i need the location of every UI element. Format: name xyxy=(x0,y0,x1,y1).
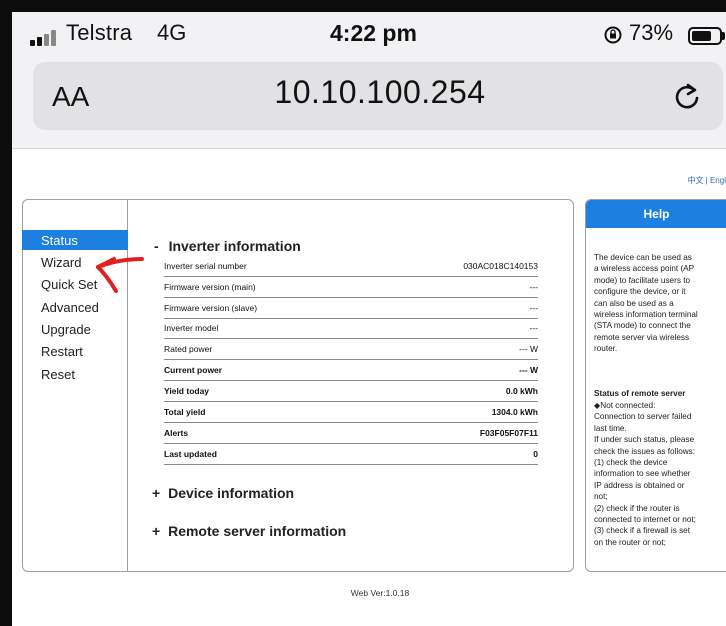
device-section-title: Device information xyxy=(168,485,295,501)
table-row: Yield today 0.0 kWh xyxy=(164,381,538,402)
clock-time: 4:22 pm xyxy=(330,20,417,46)
row-label: Current power xyxy=(164,365,223,375)
table-row: Current power --- W xyxy=(164,360,538,381)
help-status-text: ◆Not connected: Connection to server fai… xyxy=(594,400,726,548)
row-value: --- xyxy=(529,282,539,292)
row-label: Rated power xyxy=(164,344,213,354)
help-line: a wireless access point (AP xyxy=(594,264,695,274)
nav-item-restart[interactable]: Restart xyxy=(41,344,83,359)
nav-item-advanced[interactable]: Advanced xyxy=(41,300,99,315)
table-row: Firmware version (main) --- xyxy=(164,277,538,298)
row-value: --- W xyxy=(519,344,538,354)
table-row: Last updated 0 xyxy=(164,444,538,465)
table-row: Rated power --- W xyxy=(164,339,538,360)
help-line: Connection to server failed xyxy=(594,412,692,422)
help-line: (STA mode) to connect the xyxy=(594,321,691,331)
remote-section-header[interactable]: + Remote server information xyxy=(152,523,346,539)
device-section-header[interactable]: + Device information xyxy=(152,485,294,501)
row-value: 1304.0 kWh xyxy=(491,407,538,417)
row-label: Yield today xyxy=(164,386,210,396)
row-value: 0 xyxy=(533,449,538,459)
help-line: information to see whether xyxy=(594,469,691,479)
help-title: Help xyxy=(586,200,726,228)
nav-item-quick-set[interactable]: Quick Set xyxy=(41,277,97,292)
help-line: not; xyxy=(594,492,608,502)
reload-icon[interactable] xyxy=(672,82,702,112)
help-panel: Help The device can be used as a wireles… xyxy=(585,199,726,572)
row-value: --- xyxy=(529,323,539,333)
help-line: check the issues as follows: xyxy=(594,446,696,456)
help-status-title: Status of remote server xyxy=(594,389,686,398)
nav-item-wizard[interactable]: Wizard xyxy=(41,255,81,270)
battery-icon xyxy=(688,27,722,45)
help-intro: The device can be used as a wireless acc… xyxy=(594,252,726,355)
row-label: Total yield xyxy=(164,407,206,417)
nav-item-reset[interactable]: Reset xyxy=(41,367,75,382)
help-line: mode) to facilitate users to xyxy=(594,275,691,285)
rotation-lock-icon xyxy=(604,26,622,44)
battery-tip xyxy=(722,32,725,40)
battery-percent: 73% xyxy=(629,20,674,45)
url-text[interactable]: 10.10.100.254 xyxy=(250,74,510,111)
battery-fill xyxy=(692,31,711,41)
carrier-name: Telstra xyxy=(66,20,133,45)
help-line: IP address is obtained or xyxy=(594,480,685,490)
inverter-section-header[interactable]: - Inverter information xyxy=(154,238,301,254)
network-type: 4G xyxy=(157,20,187,45)
nav-item-upgrade[interactable]: Upgrade xyxy=(41,322,91,337)
remote-section-title: Remote server information xyxy=(168,523,347,539)
table-row: Total yield 1304.0 kWh xyxy=(164,402,538,423)
row-label: Alerts xyxy=(164,428,189,438)
table-row: Inverter model --- xyxy=(164,318,538,339)
web-version: Web Ver:1.0.18 xyxy=(350,588,410,598)
help-line: (2) check if the router is xyxy=(594,503,680,513)
help-line: configure the device, or it xyxy=(594,287,686,297)
row-value: 030AC018C140153 xyxy=(463,261,538,271)
expand-toggle: + xyxy=(152,523,161,539)
collapse-toggle: - xyxy=(154,238,159,254)
inverter-section-title: Inverter information xyxy=(168,238,301,254)
help-line: ◆Not connected: xyxy=(594,401,656,410)
table-row: Firmware version (slave) --- xyxy=(164,298,538,319)
row-value: --- W xyxy=(519,365,538,375)
arrow-annotation-icon xyxy=(96,257,144,293)
expand-toggle: + xyxy=(152,485,161,501)
help-line: on the router or not; xyxy=(594,537,666,547)
row-value: 0.0 kWh xyxy=(505,386,538,396)
row-label: Firmware version (main) xyxy=(164,282,256,292)
help-line: wireless information terminal xyxy=(594,310,698,320)
help-line: (1) check the device xyxy=(594,458,668,468)
row-label: Inverter model xyxy=(164,323,219,333)
table-row: Alerts F03F05F07F11 xyxy=(164,423,538,444)
language-links[interactable]: 中文 | Engl xyxy=(687,175,726,186)
device-frame-left xyxy=(0,0,12,626)
help-line: last time. xyxy=(594,423,627,433)
row-value: F03F05F07F11 xyxy=(479,428,538,438)
table-row: Inverter serial number 030AC018C140153 xyxy=(164,256,538,277)
text-size-button[interactable]: AA xyxy=(52,81,89,113)
row-label: Firmware version (slave) xyxy=(164,303,258,313)
help-line: (3) check if a firewall is set xyxy=(594,526,691,536)
help-line: remote server via wireless xyxy=(594,332,690,342)
row-value: --- xyxy=(529,303,539,313)
device-frame-top xyxy=(0,0,726,12)
signal-bars-icon xyxy=(30,28,60,46)
row-label: Last updated xyxy=(164,449,217,459)
help-line: router. xyxy=(594,344,618,354)
help-line: If under such status, please xyxy=(594,435,695,445)
text-size-label: AA xyxy=(52,81,90,112)
row-label: Inverter serial number xyxy=(164,261,247,271)
help-line: The device can be used as xyxy=(594,253,692,262)
help-line: connected to internet or not; xyxy=(594,515,696,525)
help-line: can also be used as a xyxy=(594,298,674,308)
nav-item-status[interactable]: Status xyxy=(41,233,78,248)
